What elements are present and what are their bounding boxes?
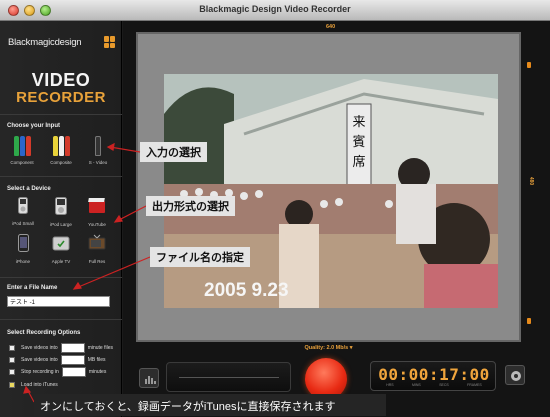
option-row-load-itunes: Load into iTunes: [9, 380, 58, 390]
divider: [0, 114, 122, 115]
svg-text:来: 来: [352, 115, 365, 130]
callout-filename: ファイル名の指定: [150, 247, 250, 267]
iphone-icon: [17, 234, 29, 252]
device-option-label: iPod Small: [12, 221, 34, 226]
device-section-label: Select a Device: [7, 186, 51, 192]
minute-files-checkbox[interactable]: [9, 345, 15, 351]
window-title: Blackmagic Design Video Recorder: [199, 4, 351, 14]
height-ruler: 480: [526, 40, 540, 330]
level-line: [179, 377, 279, 378]
input-option-label: Composite: [50, 160, 72, 165]
device-option-iphone[interactable]: iPhone: [8, 234, 38, 264]
tv-icon: [88, 234, 106, 250]
timecode-unit-minutes: MINS: [412, 383, 421, 387]
divider: [0, 319, 122, 320]
timecode-units: HRS MINS SECS FRAMES: [377, 383, 491, 387]
divider: [0, 176, 122, 177]
input-option-s-video[interactable]: S - Video: [80, 136, 116, 165]
youtube-icon: [88, 198, 105, 213]
device-option-label: YouTube: [88, 222, 106, 227]
callout-device: 出力形式の選択: [146, 196, 235, 216]
ipod-large-icon: [55, 197, 67, 215]
option-label: Load into iTunes: [21, 382, 58, 388]
file-name-input[interactable]: [7, 296, 110, 307]
timecode-display: 00:00:17:00 HRS MINS SECS FRAMES: [370, 361, 496, 391]
video-frame-image: 来 賓 席 2005 9.23: [164, 74, 498, 308]
timecode-value: 00:00:17:00: [378, 365, 490, 384]
minute-files-input[interactable]: [60, 343, 85, 353]
product-title-recorder: RECORDER: [16, 89, 106, 106]
input-option-label: S - Video: [88, 160, 108, 165]
input-option-component[interactable]: Component: [4, 136, 40, 165]
svg-text:席: 席: [352, 154, 365, 170]
device-option-apple-tv[interactable]: Apple TV: [46, 234, 76, 264]
input-option-label: Component: [10, 160, 34, 165]
option-unit: MB files: [87, 357, 106, 363]
option-label: Stop recording in: [21, 369, 59, 375]
input-option-composite[interactable]: Composite: [43, 136, 79, 165]
brand-mark-icon: [104, 36, 115, 48]
option-unit: minute files: [87, 345, 113, 351]
video-preview: 来 賓 席 2005 9.23: [164, 74, 498, 308]
product-title-video: VIDEO: [31, 70, 91, 90]
mb-files-input[interactable]: [60, 355, 85, 365]
timecode-unit-frames: FRAMES: [467, 383, 482, 387]
width-ruler: 640: [136, 24, 536, 32]
histogram-button[interactable]: [139, 368, 159, 388]
input-section-label: Choose your Input: [7, 123, 60, 129]
audio-level-meter: [166, 362, 291, 392]
device-option-label: iPod Large: [50, 222, 72, 227]
option-label: Save videos into: [21, 357, 58, 363]
device-option-full-res[interactable]: Full Res: [82, 234, 112, 264]
load-into-itunes-checkbox[interactable]: [9, 382, 15, 388]
device-option-label: Full Res: [88, 259, 106, 264]
composite-cable-icon: [43, 136, 79, 158]
gear-icon: [511, 371, 521, 381]
mb-files-checkbox[interactable]: [9, 357, 15, 363]
width-label: 640: [326, 24, 336, 30]
device-option-ipod-large[interactable]: iPod Large: [46, 197, 76, 227]
svg-text:賓: 賓: [352, 134, 365, 150]
video-timestamp: 2005 9.23: [204, 280, 289, 301]
callout-input: 入力の選択: [140, 142, 207, 162]
crop-marker[interactable]: [527, 62, 531, 68]
s-video-cable-icon: [80, 136, 116, 158]
timecode-unit-seconds: SECS: [439, 383, 449, 387]
device-option-youtube[interactable]: YouTube: [82, 197, 112, 227]
option-unit: minutes: [88, 369, 107, 375]
sidebar: Blackmagicdesign VIDEO RECORDER Choose y…: [0, 21, 122, 417]
title-bar: Blackmagic Design Video Recorder: [0, 0, 550, 21]
filename-section-label: Enter a File Name: [7, 285, 58, 291]
option-row-minute-files: Save videos into minute files: [9, 343, 113, 353]
histogram-icon: [145, 376, 156, 384]
timecode-unit-hours: HRS: [386, 383, 394, 387]
apple-tv-icon: [52, 236, 70, 251]
quality-selector[interactable]: Quality: 2.0 Mb/s ▾: [136, 345, 521, 351]
options-section-label: Select Recording Options: [7, 330, 81, 336]
callout-itunes: オンにしておくと、録画データがiTunesに直接保存されます: [34, 394, 386, 416]
divider: [0, 277, 122, 278]
ipod-small-icon: [18, 197, 28, 214]
device-option-ipod-small[interactable]: iPod Small: [8, 197, 38, 226]
device-option-label: iPhone: [15, 259, 30, 264]
option-row-stop-recording: Stop recording in minutes: [9, 367, 107, 377]
brand-logo-text: Blackmagicdesign: [8, 37, 82, 48]
stop-recording-checkbox[interactable]: [9, 369, 15, 375]
height-label: 480: [528, 176, 535, 186]
option-label: Save videos into: [21, 345, 58, 351]
option-row-mb-files: Save videos into MB files: [9, 355, 106, 365]
component-cable-icon: [4, 136, 40, 158]
crop-marker[interactable]: [527, 318, 531, 324]
device-option-label: Apple TV: [51, 259, 71, 264]
stop-recording-input[interactable]: [61, 367, 86, 377]
settings-button[interactable]: [505, 365, 525, 385]
